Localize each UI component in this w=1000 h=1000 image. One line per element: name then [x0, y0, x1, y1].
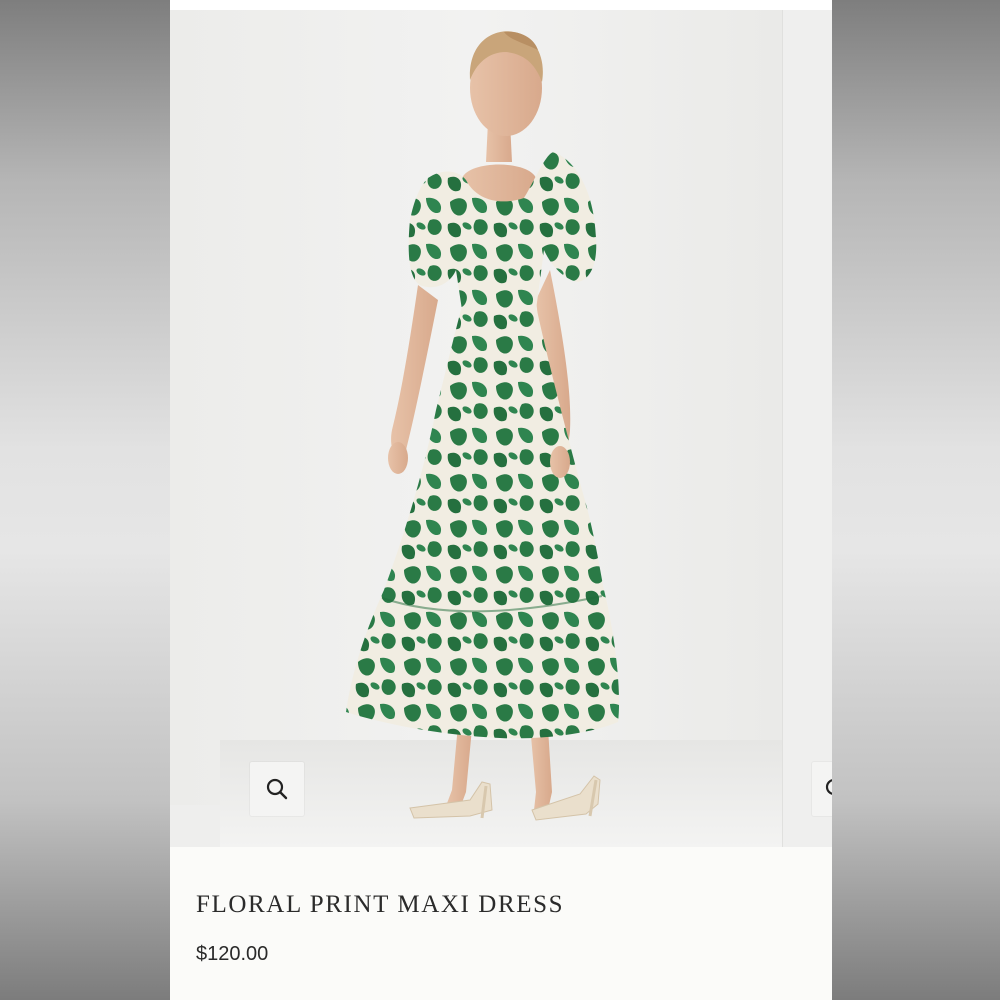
- zoom-button[interactable]: [250, 762, 304, 816]
- model-photo: [346, 31, 620, 821]
- status-bar: [170, 0, 832, 10]
- backdrop-left: [0, 0, 170, 1000]
- search-icon: [825, 779, 832, 795]
- backdrop-right: [832, 0, 1000, 1000]
- search-icon: [266, 778, 288, 800]
- product-info: FLORAL PRINT MAXI DRESS $120.00: [170, 847, 832, 1000]
- zoom-button-next[interactable]: [812, 762, 832, 816]
- product-image-gallery[interactable]: [170, 10, 832, 847]
- product-page: FLORAL PRINT MAXI DRESS $120.00: [170, 0, 832, 1000]
- product-price: $120.00: [196, 943, 269, 965]
- product-title: FLORAL PRINT MAXI DRESS: [196, 891, 565, 918]
